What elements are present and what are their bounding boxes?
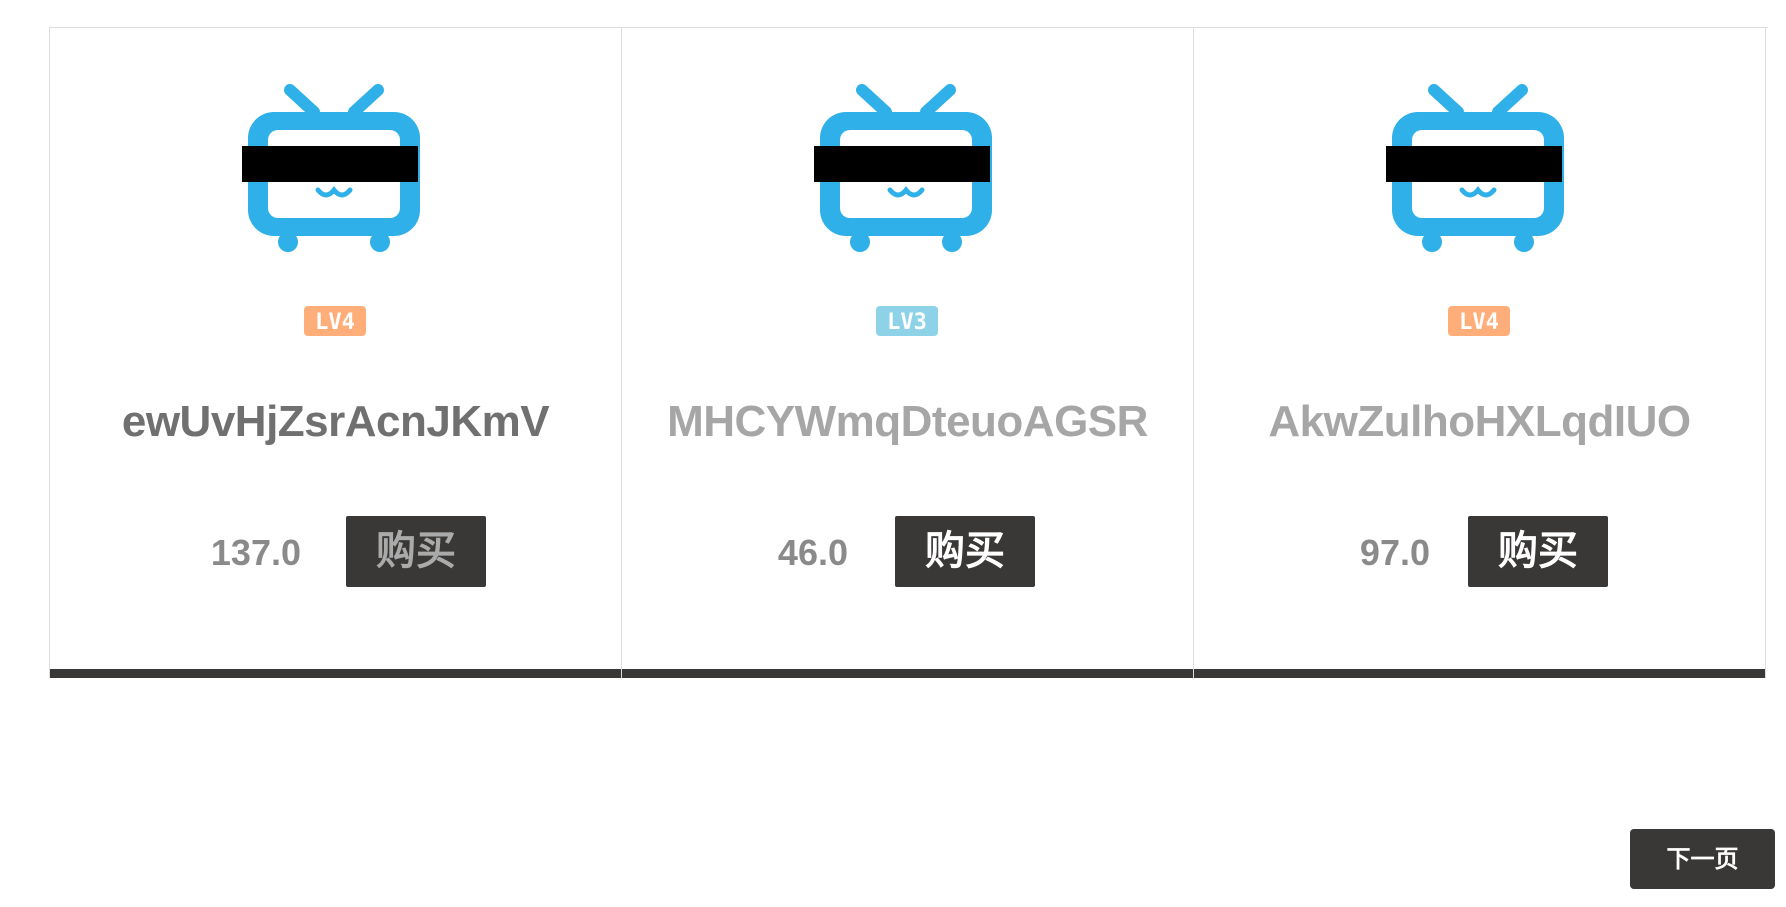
price: 137.0 — [210, 532, 301, 573]
level-badge-icon: LV3 — [876, 306, 938, 336]
level-badge: LV4 — [1447, 305, 1511, 337]
buy-button[interactable]: 购买 — [346, 516, 486, 587]
level-badge-icon: LV4 — [1448, 306, 1510, 336]
card-bottom-bar — [50, 669, 621, 678]
level-badge: LV3 — [875, 305, 939, 337]
product-card: LV3 MHCYWmqDteuoAGSR 46.0 购买 — [621, 28, 1194, 678]
level-badge-label: LV3 — [887, 310, 927, 335]
avatar[interactable] — [1384, 84, 1572, 259]
level-badge-icon: LV4 — [304, 306, 366, 336]
product-card: LV4 AkwZulhoHXLqdIUO 97.0 购买 — [1193, 28, 1766, 678]
page: LV4 ewUvHjZsrAcnJKmV 137.0 购买 LV3 MHCYWm… — [0, 0, 1786, 907]
level-badge: LV4 — [303, 305, 367, 337]
avatar[interactable] — [240, 84, 428, 259]
buy-button[interactable]: 购买 — [895, 516, 1035, 587]
buy-button[interactable]: 购买 — [1468, 516, 1608, 587]
price: 46.0 — [777, 532, 848, 573]
card-bottom-bar — [622, 669, 1193, 678]
product-card-grid: LV4 ewUvHjZsrAcnJKmV 137.0 购买 LV3 MHCYWm… — [49, 27, 1768, 678]
username: AkwZulhoHXLqdIUO — [1268, 397, 1691, 446]
next-page-button[interactable]: 下一页 — [1630, 829, 1775, 889]
username: MHCYWmqDteuoAGSR — [667, 397, 1148, 446]
tv-mascot-icon — [814, 84, 992, 252]
level-badge-label: LV4 — [315, 310, 355, 335]
tv-mascot-icon — [242, 84, 420, 252]
tv-mascot-icon — [1386, 84, 1564, 252]
username: ewUvHjZsrAcnJKmV — [121, 397, 550, 446]
level-badge-label: LV4 — [1459, 310, 1499, 335]
avatar[interactable] — [812, 84, 1000, 259]
price: 97.0 — [1359, 532, 1430, 573]
card-bottom-bar — [1194, 669, 1765, 678]
product-card: LV4 ewUvHjZsrAcnJKmV 137.0 购买 — [49, 28, 622, 678]
